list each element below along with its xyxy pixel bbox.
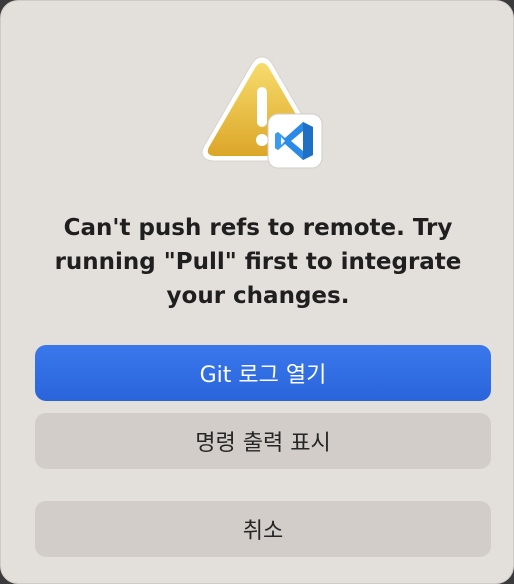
alert-dialog: Can't push refs to remote. Try running "… — [0, 0, 514, 584]
alert-message: Can't push refs to remote. Try running "… — [54, 215, 462, 309]
cancel-button[interactable]: 취소 — [35, 501, 491, 557]
open-git-log-button[interactable]: Git 로그 열기 — [35, 345, 491, 401]
vscode-badge-icon — [267, 113, 323, 169]
show-command-output-button[interactable]: 명령 출력 표시 — [35, 413, 491, 469]
